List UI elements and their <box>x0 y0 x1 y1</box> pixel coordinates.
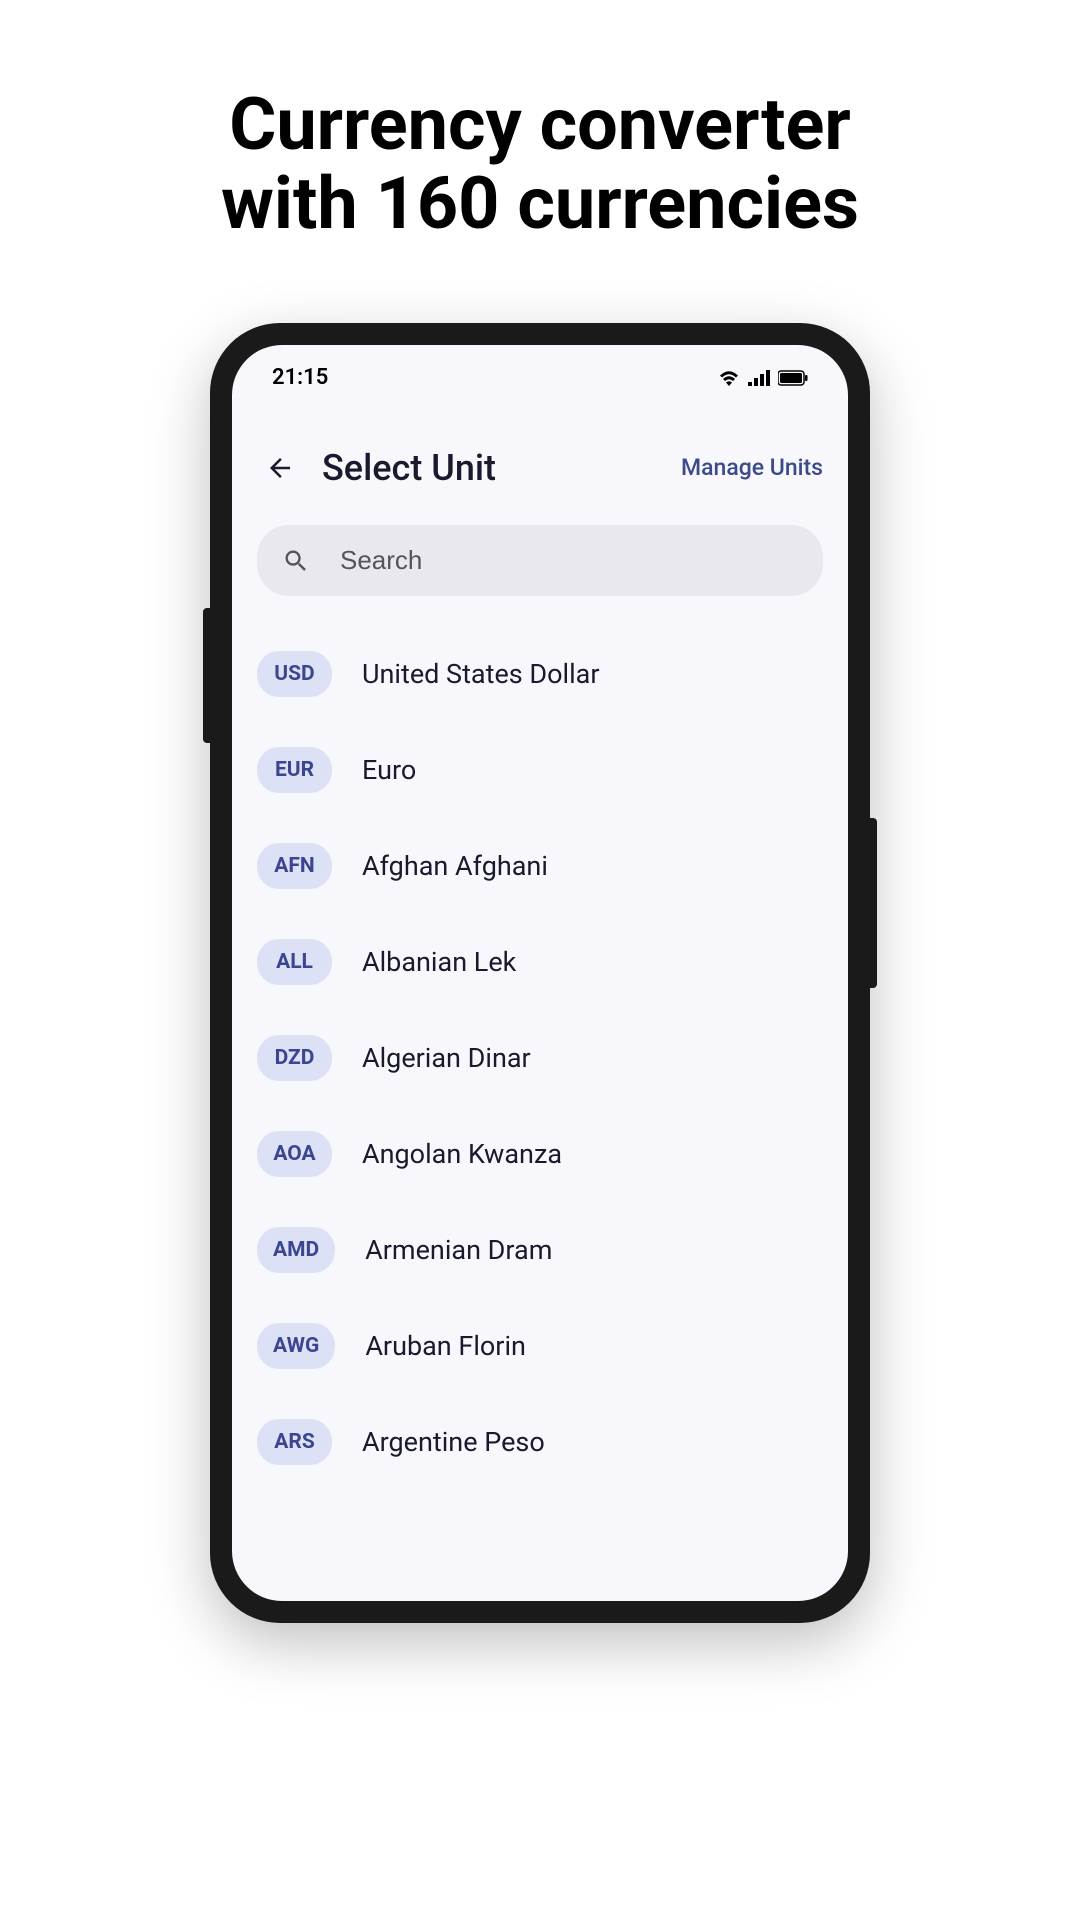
wifi-icon <box>718 370 740 386</box>
currency-code-badge: AOA <box>257 1131 332 1177</box>
currency-item[interactable]: ARS Argentine Peso <box>257 1394 823 1490</box>
currency-code-badge: ARS <box>257 1419 332 1465</box>
marketing-headline: Currency converter with 160 currencies <box>0 0 1080 243</box>
phone-side-button-left <box>203 608 210 743</box>
phone-mockup: 21:15 Select Unit <box>210 323 870 1623</box>
currency-code-badge: DZD <box>257 1035 332 1081</box>
currency-list[interactable]: USD United States Dollar EUR Euro AFN Afghan … <box>232 616 848 1500</box>
currency-name-label: Afghan Afghani <box>362 850 548 882</box>
headline-line-2: with 160 currencies <box>221 161 859 246</box>
battery-icon <box>778 370 808 386</box>
currency-name-label: Aruban Florin <box>365 1330 526 1362</box>
currency-item[interactable]: USD United States Dollar <box>257 626 823 722</box>
currency-name-label: Algerian Dinar <box>362 1042 531 1074</box>
phone-screen: 21:15 Select Unit <box>232 345 848 1601</box>
back-button[interactable] <box>257 445 302 490</box>
currency-code-badge: EUR <box>257 747 332 793</box>
currency-name-label: United States Dollar <box>362 658 599 690</box>
arrow-left-icon <box>265 453 295 483</box>
currency-item[interactable]: DZD Algerian Dinar <box>257 1010 823 1106</box>
phone-side-button-right <box>870 818 877 988</box>
currency-name-label: Armenian Dram <box>365 1234 552 1266</box>
currency-code-badge: AMD <box>257 1227 335 1273</box>
app-header: Select Unit Manage Units <box>232 400 848 520</box>
search-input[interactable] <box>340 545 798 576</box>
search-field[interactable] <box>257 525 823 596</box>
currency-item[interactable]: EUR Euro <box>257 722 823 818</box>
currency-name-label: Argentine Peso <box>362 1426 545 1458</box>
currency-item[interactable]: ALL Albanian Lek <box>257 914 823 1010</box>
status-bar: 21:15 <box>232 345 848 400</box>
currency-name-label: Albanian Lek <box>362 946 516 978</box>
currency-item[interactable]: AOA Angolan Kwanza <box>257 1106 823 1202</box>
signal-icon <box>748 370 770 386</box>
manage-units-link[interactable]: Manage Units <box>681 454 823 481</box>
currency-code-badge: USD <box>257 651 332 697</box>
currency-code-badge: AWG <box>257 1323 335 1369</box>
currency-item[interactable]: AWG Aruban Florin <box>257 1298 823 1394</box>
currency-name-label: Euro <box>362 754 416 786</box>
search-icon <box>282 547 310 575</box>
status-time: 21:15 <box>272 365 328 390</box>
page-title: Select Unit <box>322 447 681 489</box>
status-icons <box>718 370 808 386</box>
currency-item[interactable]: AFN Afghan Afghani <box>257 818 823 914</box>
currency-code-badge: AFN <box>257 843 332 889</box>
currency-name-label: Angolan Kwanza <box>362 1138 562 1170</box>
phone-frame: 21:15 Select Unit <box>210 323 870 1623</box>
currency-item[interactable]: AMD Armenian Dram <box>257 1202 823 1298</box>
headline-line-1: Currency converter <box>229 82 851 167</box>
currency-code-badge: ALL <box>257 939 332 985</box>
